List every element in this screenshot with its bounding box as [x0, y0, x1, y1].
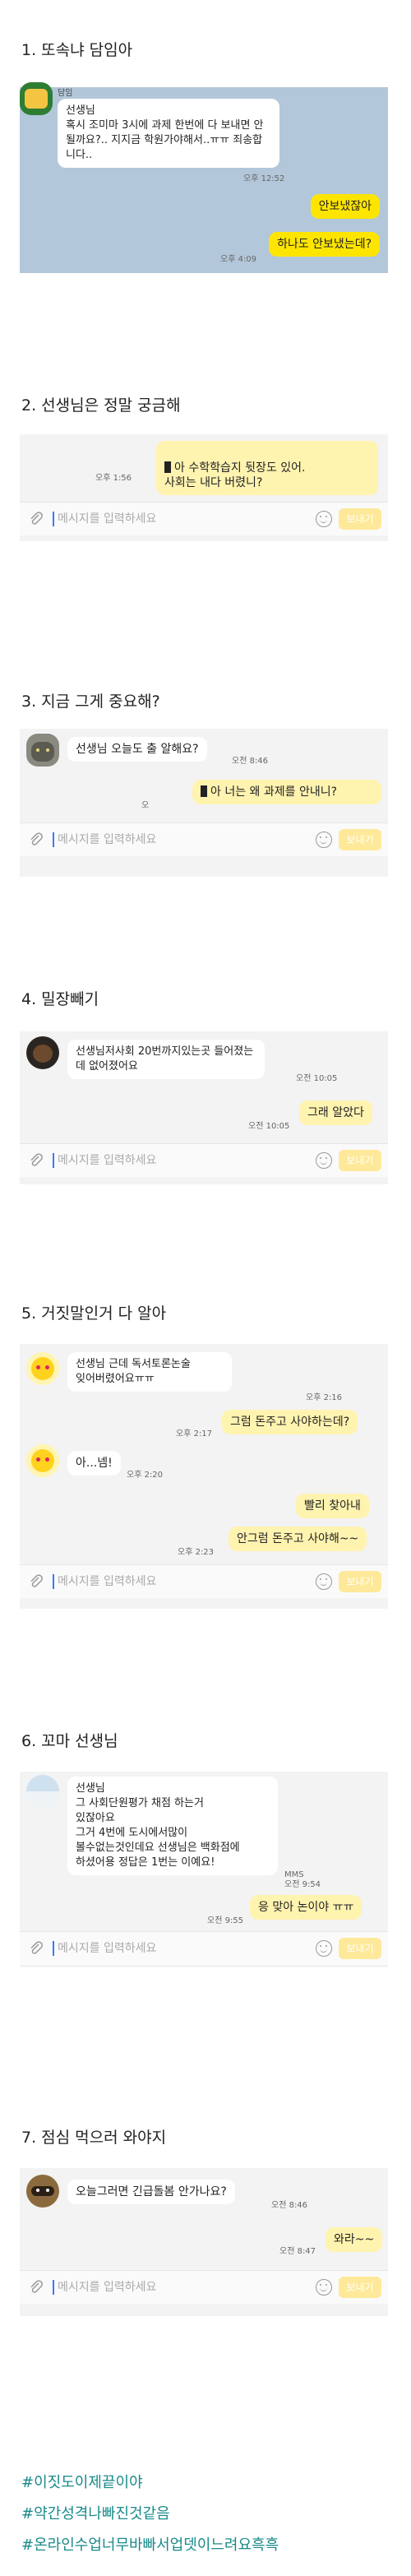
send-button[interactable]: 보내기 [339, 508, 381, 530]
chat-screenshot-5: 선생님 근데 독서토론논술 잊어버렸어요ㅠㅠ 오후 2:16 그럼 돈주고 사야… [20, 1344, 388, 1609]
chat-screenshot-7: 오늘그러면 긴급돌봄 안가나요? 오전 8:46 와라~~ 오전 8:47 메시… [20, 2168, 388, 2316]
timestamp: 오후 4:09 [220, 255, 257, 264]
attach-icon[interactable] [28, 2279, 44, 2296]
message-bubble: 아 수학학습지 뒷장도 있어. 사회는 내다 버렸니? [156, 441, 378, 495]
attach-icon[interactable] [28, 832, 44, 848]
section-title: 1. 또속냐 담임아 [21, 41, 133, 59]
message-bubble: 빨리 찾아내 [296, 1494, 369, 1518]
send-button[interactable]: 보내기 [339, 1571, 381, 1592]
message-bubble: 선생님저사회 20번까지있는곳 들어졌는데 없어졌어요 [67, 1040, 265, 1079]
chat-screenshot-4: 선생님저사회 20번까지있는곳 들어졌는데 없어졌어요 오전 10:05 그래 … [20, 1031, 388, 1184]
send-button[interactable]: 보내기 [339, 2277, 381, 2298]
timestamp: 오전 9:55 [207, 1916, 244, 1925]
message-input[interactable]: 메시지를 입력하세요 [53, 1153, 156, 1168]
message-bubble: 와라~~ [326, 2227, 383, 2252]
emoji-icon[interactable] [316, 1152, 332, 1169]
message-input-bar: 메시지를 입력하세요 보내기 [20, 822, 388, 856]
section-title: 6. 꼬마 선생님 [21, 1732, 118, 1750]
message-bubble: 그럼 돈주고 사야하는데? [222, 1410, 358, 1434]
message-input-bar: 메시지를 입력하세요 보내기 [20, 2270, 388, 2304]
phone-icon [201, 785, 207, 797]
sender-name: 담임 [58, 89, 73, 98]
message-input-bar: 메시지를 입력하세요 보내기 [20, 502, 388, 535]
chat-screenshot-1: 담임 선생님 혹시 조미마 3시에 과제 한번에 다 보내면 안될까요?.. 지… [20, 82, 388, 273]
timestamp: 오후 2:20 [127, 1471, 164, 1480]
message-bubble: 선생님 오늘도 출 알해요? [67, 737, 207, 762]
timestamp: 오후 2:16 [306, 1393, 343, 1402]
chat-screenshot-3: 선생님 오늘도 출 알해요? 오전 8:46 아 너는 왜 과제를 안내니? 오… [20, 729, 388, 877]
avatar-emoji [26, 1352, 59, 1385]
message-bubble: 아...넴! [67, 1451, 121, 1476]
avatar-raccoon [26, 2175, 59, 2208]
avatar-emoji [26, 1444, 59, 1477]
message-bubble: 하나도 안보냈는데? [269, 232, 380, 257]
attach-icon[interactable] [28, 1152, 44, 1169]
timestamp: 오전 10:05 [296, 1074, 338, 1083]
timestamp: 오후 2:23 [178, 1548, 215, 1557]
send-button[interactable]: 보내기 [339, 1938, 381, 1959]
message-input[interactable]: 메시지를 입력하세요 [53, 1941, 156, 1956]
timestamp: 오전 8:46 [271, 2201, 308, 2210]
emoji-icon[interactable] [316, 511, 332, 527]
timestamp: 오후 12:52 [243, 174, 285, 183]
attach-icon[interactable] [28, 511, 44, 527]
hashtag[interactable]: #온라인수업너무바빠서업뎃이느려요흑흑 [21, 2533, 279, 2555]
message-input[interactable]: 메시지를 입력하세요 [53, 832, 156, 847]
phone-icon [164, 461, 171, 473]
hashtag[interactable]: #이짓도이제끝이야 [21, 2471, 143, 2492]
chat-screenshot-2: 아 수학학습지 뒷장도 있어. 사회는 내다 버렸니? 오후 1:56 메시지를… [20, 434, 388, 541]
message-input-bar: 메시지를 입력하세요 보내기 [20, 1143, 388, 1177]
section-title: 7. 점심 먹으러 와야지 [21, 2129, 167, 2147]
emoji-icon[interactable] [316, 832, 332, 848]
message-bubble: 오늘그러면 긴급돌봄 안가나요? [67, 2180, 235, 2204]
send-button[interactable]: 보내기 [339, 829, 381, 850]
message-bubble: 선생님 혹시 조미마 3시에 과제 한번에 다 보내면 안될까요?.. 지지금 … [58, 99, 279, 168]
message-bubble: 그래 알았다 [299, 1100, 372, 1125]
section-title: 2. 선생님은 정말 궁금해 [21, 396, 181, 415]
message-text: 아 너는 왜 과제를 안내니? [210, 785, 338, 799]
timestamp: 오전 8:47 [279, 2247, 316, 2256]
message-input-bar: 메시지를 입력하세요 보내기 [20, 1931, 388, 1965]
timestamp: 오 [141, 801, 150, 810]
avatar [20, 82, 53, 115]
message-bubble: 안보냈잖아 [310, 194, 380, 219]
message-input[interactable]: 메시지를 입력하세요 [53, 512, 156, 526]
message-input[interactable]: 메시지를 입력하세요 [53, 2280, 156, 2295]
timestamp: 오전 10:05 [248, 1122, 290, 1131]
message-text: 아 수학학습지 뒷장도 있어. 사회는 내다 버렸니? [164, 461, 306, 489]
chat-screenshot-6: 선생님 그 사회단원평가 채점 하는거 있잖아요 그거 4번에 도시에서많이 볼… [20, 1772, 388, 1967]
avatar-cat [26, 734, 59, 767]
message-bubble: 아 너는 왜 과제를 안내니? [192, 780, 381, 804]
message-bubble: 응 맞아 논이야 ㅠㅠ [250, 1895, 363, 1920]
message-input[interactable]: 메시지를 입력하세요 [53, 1574, 156, 1589]
timestamp: MMS 오전 9:54 [284, 1870, 321, 1889]
section-title: 4. 밀장빼기 [21, 990, 99, 1008]
hashtag[interactable]: #약간성격나빠진것같음 [21, 2502, 170, 2523]
avatar-landscape [26, 1775, 59, 1808]
timestamp: 오후 2:17 [176, 1429, 213, 1439]
section-title: 5. 거짓말인거 다 알아 [21, 1304, 167, 1323]
timestamp: 오전 8:46 [232, 757, 269, 766]
emoji-icon[interactable] [316, 2279, 332, 2296]
emoji-icon[interactable] [316, 1573, 332, 1590]
emoji-icon[interactable] [316, 1940, 332, 1957]
message-bubble: 안그럼 돈주고 사야해~~ [229, 1527, 367, 1551]
avatar-dog [26, 1036, 59, 1069]
message-bubble: 선생님 근데 독서토론논술 잊어버렸어요ㅠㅠ [67, 1352, 232, 1392]
message-input-bar: 메시지를 입력하세요 보내기 [20, 1564, 388, 1598]
timestamp: 오후 1:56 [95, 474, 132, 483]
attach-icon[interactable] [28, 1940, 44, 1957]
send-button[interactable]: 보내기 [339, 1150, 381, 1171]
message-bubble: 선생님 그 사회단원평가 채점 하는거 있잖아요 그거 4번에 도시에서많이 볼… [67, 1777, 278, 1875]
attach-icon[interactable] [28, 1573, 44, 1590]
section-title: 3. 지금 그게 중요해? [21, 693, 160, 711]
